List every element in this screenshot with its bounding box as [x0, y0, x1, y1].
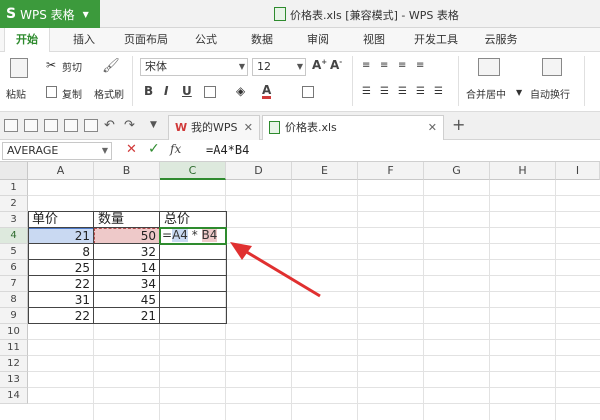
undo-icon[interactable]: ↶: [104, 118, 118, 133]
align-bottom-icon[interactable]: ≡: [398, 60, 412, 74]
open-folder-icon[interactable]: [4, 119, 18, 132]
toolbar-divider: [132, 56, 133, 106]
tab-view[interactable]: 视图: [356, 28, 392, 52]
tab-my-wps[interactable]: W 我的WPS ✕: [168, 115, 260, 140]
add-tab-icon[interactable]: +: [452, 115, 465, 134]
paste-icon[interactable]: [10, 58, 28, 78]
tab-formulas[interactable]: 公式: [188, 28, 224, 52]
tab-cloud[interactable]: 云服务: [476, 28, 526, 52]
arrow-shaft: [239, 246, 321, 298]
wrap-text-button[interactable]: 自动换行: [530, 86, 570, 101]
wrap-text-icon[interactable]: [542, 58, 562, 76]
document-tab-bar: ↶ ↷ ▼ W 我的WPS ✕ 价格表.xls ✕ +: [0, 112, 600, 140]
fill-color-icon[interactable]: ◈: [236, 84, 250, 98]
font-size-value: 12: [257, 60, 271, 73]
bold-button[interactable]: B: [144, 84, 153, 98]
arrow-head: [230, 242, 252, 260]
ribbon-tab-bar: 开始 插入 页面布局 公式 数据 审阅 视图 开发工具 云服务: [0, 28, 600, 52]
spreadsheet-grid[interactable]: A B C D E F G H I 1 2 3 4 5 6 7 8 9 10 1…: [0, 162, 600, 420]
chevron-down-icon: ▼: [296, 62, 303, 71]
close-icon[interactable]: ✕: [428, 116, 437, 139]
spreadsheet-file-icon: [269, 121, 280, 134]
italic-button[interactable]: I: [164, 84, 168, 98]
print-icon[interactable]: [44, 119, 58, 132]
align-center-icon[interactable]: ☰: [380, 86, 394, 100]
tab-insert[interactable]: 插入: [64, 28, 104, 52]
merge-center-icon[interactable]: [478, 58, 500, 76]
font-size-select[interactable]: 12 ▼: [252, 58, 306, 76]
toolbar-divider: [584, 56, 585, 106]
print-preview-icon[interactable]: [64, 119, 78, 132]
formula-input[interactable]: =A4*B4: [206, 143, 249, 157]
wps-logo-icon: S: [6, 6, 17, 22]
cancel-icon[interactable]: ✕: [126, 142, 137, 157]
chevron-down-icon: ▼: [101, 146, 108, 155]
align-top-icon[interactable]: ≡: [362, 60, 376, 74]
distribute-icon[interactable]: ☰: [434, 86, 448, 100]
tab-review[interactable]: 审阅: [300, 28, 336, 52]
font-name-value: 宋体: [145, 60, 167, 73]
close-icon[interactable]: ✕: [244, 116, 253, 139]
confirm-icon[interactable]: ✓: [148, 141, 160, 157]
save-icon[interactable]: [24, 119, 38, 132]
app-name: WPS 表格: [20, 7, 75, 22]
annotation-arrow: [230, 242, 321, 298]
tab-home[interactable]: 开始: [4, 28, 50, 52]
window-title: 价格表.xls [兼容模式] - WPS 表格: [290, 9, 459, 22]
chevron-down-icon: ▼: [82, 9, 89, 19]
name-box-value: AVERAGE: [7, 144, 59, 157]
merge-center-button[interactable]: 合并居中: [466, 86, 506, 101]
align-middle-icon[interactable]: ≡: [380, 60, 394, 74]
indent-icon[interactable]: ≡: [416, 60, 430, 74]
align-left-icon[interactable]: ☰: [362, 86, 376, 100]
spreadsheet-file-icon: [274, 7, 286, 21]
name-box[interactable]: AVERAGE ▼: [2, 142, 112, 160]
tab-price-sheet[interactable]: 价格表.xls ✕: [262, 115, 444, 140]
chevron-down-icon[interactable]: ▼: [516, 88, 530, 102]
tab-data[interactable]: 数据: [244, 28, 280, 52]
title-bar: S WPS 表格 ▼ 价格表.xls [兼容模式] - WPS 表格: [0, 0, 600, 28]
underline-button[interactable]: U: [182, 84, 192, 98]
cell-style-icon[interactable]: [302, 86, 314, 98]
justify-icon[interactable]: ☰: [416, 86, 430, 100]
chevron-down-icon: ▼: [238, 62, 245, 71]
tab-my-wps-label: 我的WPS: [191, 121, 238, 134]
app-menu-button[interactable]: S WPS 表格 ▼: [0, 0, 100, 28]
tab-page-layout[interactable]: 页面布局: [116, 28, 176, 52]
tab-developer[interactable]: 开发工具: [408, 28, 464, 52]
brush-icon[interactable]: 🖌: [102, 58, 120, 74]
ribbon-toolbar: 粘贴 ✂ 剪切 复制 🖌 格式刷 宋体 ▼ 12 ▼ A+ A- B I U ◈…: [0, 52, 600, 112]
font-color-icon[interactable]: A: [262, 84, 272, 99]
copy-button[interactable]: 复制: [62, 86, 82, 101]
scissors-icon[interactable]: ✂: [46, 58, 60, 72]
redo-icon[interactable]: ↷: [124, 118, 138, 133]
formula-bar: AVERAGE ▼ ✕ ✓ fx =A4*B4: [0, 140, 600, 162]
increase-font-icon[interactable]: A+: [312, 58, 327, 72]
insert-function-icon[interactable]: fx: [170, 142, 181, 156]
wps-home-icon: W: [175, 121, 188, 134]
font-name-select[interactable]: 宋体 ▼: [140, 58, 248, 76]
align-right-icon[interactable]: ☰: [398, 86, 412, 100]
cut-button[interactable]: 剪切: [62, 59, 82, 74]
copy-icon[interactable]: [46, 86, 57, 98]
decrease-font-icon[interactable]: A-: [330, 58, 342, 72]
toolbar-divider: [352, 56, 353, 106]
toolbar-divider: [458, 56, 459, 106]
export-icon[interactable]: [84, 119, 98, 132]
format-painter-button[interactable]: 格式刷: [94, 86, 124, 101]
paste-label[interactable]: 粘贴: [6, 86, 26, 101]
borders-icon[interactable]: [204, 86, 216, 98]
tab-price-sheet-label: 价格表.xls: [285, 121, 337, 134]
chevron-down-icon[interactable]: ▼: [150, 120, 164, 134]
